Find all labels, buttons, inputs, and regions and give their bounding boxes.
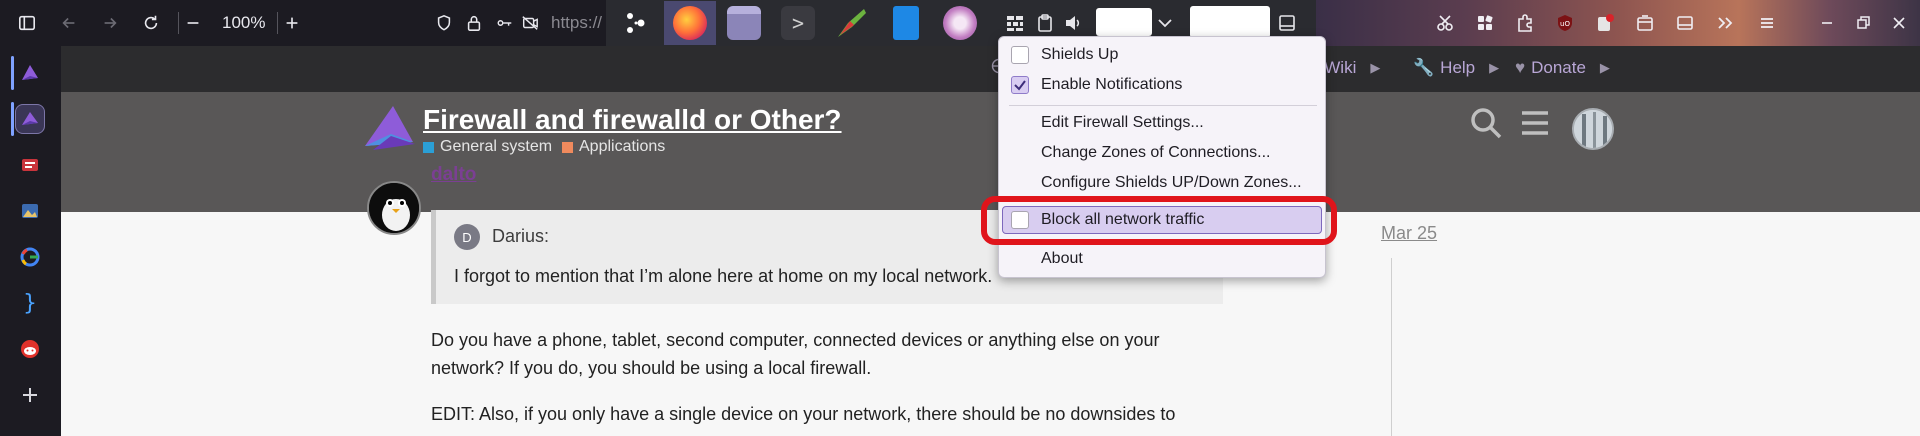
category-applications[interactable]: Applications: [562, 138, 665, 156]
task-firefox-icon[interactable]: [664, 1, 716, 45]
category-label: Applications: [579, 138, 666, 155]
sidebar-item-code-icon[interactable]: }: [15, 288, 45, 318]
chevron-right-icon: ▶: [1599, 60, 1610, 75]
menu-item-label: Enable Notifications: [1041, 76, 1183, 93]
menu-item-label: Edit Firewall Settings...: [1041, 114, 1204, 131]
category-general-system[interactable]: General system: [423, 138, 552, 156]
firewall-tray-icon[interactable]: [1004, 12, 1026, 34]
enable-notifications-checkbox[interactable]: [1011, 76, 1029, 94]
shield-icon[interactable]: [429, 8, 459, 38]
sidebar-item-endeavouros-forum-icon[interactable]: [15, 104, 45, 134]
volume-icon[interactable]: [1062, 12, 1084, 34]
reader-view-icon[interactable]: [1674, 12, 1696, 34]
screenshot-icon[interactable]: [1434, 12, 1456, 34]
nav-wiki-label: Wiki: [1324, 58, 1357, 77]
quote-author-avatar[interactable]: D: [454, 224, 480, 250]
chevron-right-icon: ▶: [1489, 60, 1500, 75]
notification-extension-icon[interactable]: [1594, 12, 1616, 34]
menu-separator: [1009, 105, 1317, 106]
clipboard-icon[interactable]: [1034, 12, 1056, 34]
post-paragraph: Do you have a phone, tablet, second comp…: [431, 330, 1160, 378]
post-paragraph: EDIT: Also, if you only have a single de…: [431, 404, 1176, 424]
reload-icon[interactable]: [136, 8, 166, 38]
quote-text: I forgot to mention that I’m alone here …: [454, 266, 993, 286]
nav-help[interactable]: 🔧 Help ▶: [1413, 58, 1499, 78]
minimize-icon[interactable]: [1816, 12, 1838, 34]
hamburger-menu-icon[interactable]: [1756, 12, 1778, 34]
menu-item-label: Shields Up: [1041, 46, 1119, 63]
close-icon[interactable]: [1888, 12, 1910, 34]
zoom-out-icon[interactable]: [178, 8, 208, 38]
sidebar-item-photos-icon[interactable]: [15, 196, 45, 226]
wrench-icon: 🔧: [1413, 58, 1435, 77]
back-icon[interactable]: [54, 8, 84, 38]
show-desktop-icon[interactable]: [1276, 12, 1298, 34]
puzzle-icon[interactable]: [1514, 12, 1536, 34]
category-color-square: [562, 141, 573, 153]
task-document-icon[interactable]: [880, 1, 932, 45]
user-avatar[interactable]: [1572, 108, 1614, 150]
extensions-icon[interactable]: [1474, 12, 1496, 34]
sidebar-toggle-icon[interactable]: [12, 8, 42, 38]
menu-item-label: Configure Shields UP/Down Zones...: [1041, 174, 1302, 191]
topic-header: [61, 92, 1920, 212]
nav-help-label: Help: [1440, 58, 1476, 77]
nav-donate-label: Donate: [1531, 58, 1586, 77]
task-app-icon[interactable]: [934, 1, 986, 45]
category-color-square: [423, 141, 434, 153]
menu-item-label: Change Zones of Connections...: [1041, 144, 1271, 161]
sidebar-item-google-icon[interactable]: [15, 242, 45, 272]
chevron-right-icon: ▶: [1370, 60, 1381, 75]
nav-donate[interactable]: ♥ Donate ▶: [1515, 58, 1610, 78]
url-field[interactable]: https://: [551, 13, 602, 33]
sidebar-active-indicator: [11, 102, 14, 136]
menu-item-about[interactable]: About: [1011, 245, 1315, 273]
zoom-level[interactable]: 100%: [222, 13, 265, 33]
toolbar-extensions: uO: [1316, 0, 1920, 46]
page-title[interactable]: Firewall and firewalld or Other?: [423, 104, 842, 136]
post-author-avatar[interactable]: [367, 181, 421, 235]
sidebar-item-news-icon[interactable]: [15, 150, 45, 180]
svg-text:uO: uO: [1560, 20, 1570, 28]
site-logo-icon[interactable]: [363, 104, 419, 159]
redacted-area: [1190, 6, 1270, 38]
lock-icon[interactable]: [459, 8, 489, 38]
site-top-nav: ☷ Wiki ▶ 🔧 Help ▶ ♥ Donate ▶: [61, 46, 1920, 92]
task-app-launcher-icon[interactable]: [610, 1, 662, 45]
shields-up-checkbox[interactable]: [1011, 46, 1029, 64]
restore-icon[interactable]: [1852, 12, 1874, 34]
search-icon[interactable]: [1469, 106, 1503, 145]
browser-sidebar: }: [0, 46, 61, 436]
category-label: General system: [440, 138, 553, 155]
camera-blocked-icon[interactable]: [515, 8, 545, 38]
post-date[interactable]: Mar 25: [1381, 223, 1437, 244]
menu-item-change-zones[interactable]: Change Zones of Connections...: [1011, 139, 1315, 167]
sidebar-active-indicator: [11, 56, 14, 90]
task-terminal-icon[interactable]: >: [772, 1, 824, 45]
heart-icon: ♥: [1515, 58, 1526, 77]
overflow-chevrons-icon[interactable]: [1714, 12, 1736, 34]
quote-author: Darius:: [492, 226, 550, 246]
timeline-line: [1391, 258, 1392, 436]
task-text-editor-icon[interactable]: [826, 1, 878, 45]
post-username[interactable]: dalto: [431, 164, 476, 186]
sidebar-item-reddit-icon[interactable]: [15, 334, 45, 364]
menu-item-shields-up[interactable]: Shields Up: [1011, 41, 1315, 69]
zoom-in-icon[interactable]: [277, 8, 307, 38]
menu-item-edit-firewall-settings[interactable]: Edit Firewall Settings...: [1011, 109, 1315, 137]
container-icon[interactable]: [1634, 12, 1656, 34]
menu-item-enable-notifications[interactable]: Enable Notifications: [1011, 71, 1315, 99]
redacted-area: [1096, 8, 1152, 36]
chevron-down-icon[interactable]: [1154, 12, 1176, 34]
hamburger-menu-icon[interactable]: [1520, 108, 1550, 143]
highlight-annotation-box: [981, 196, 1337, 245]
ublock-icon[interactable]: uO: [1554, 12, 1576, 34]
menu-item-configure-shields-zones[interactable]: Configure Shields UP/Down Zones...: [1011, 169, 1315, 197]
sidebar-add-icon[interactable]: [15, 380, 45, 410]
menu-item-label: About: [1041, 250, 1083, 267]
task-file-manager-icon[interactable]: [718, 1, 770, 45]
forward-icon[interactable]: [95, 8, 125, 38]
sidebar-item-endeavouros-icon[interactable]: [15, 58, 45, 88]
